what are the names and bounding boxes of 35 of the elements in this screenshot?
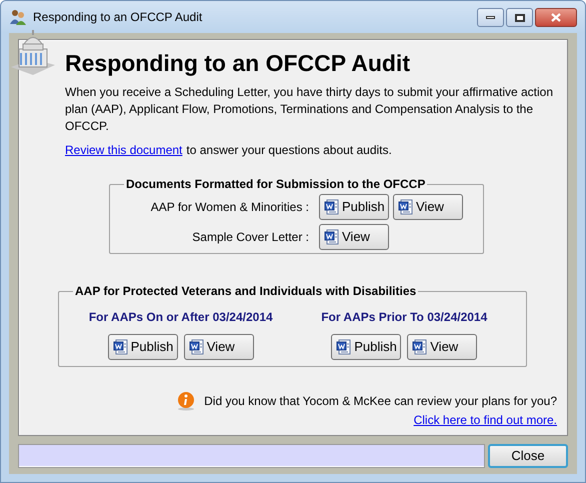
document-icon <box>412 339 428 355</box>
close-window-button[interactable] <box>535 8 577 27</box>
view-button[interactable]: View <box>407 334 478 360</box>
document-icon <box>398 199 414 215</box>
window-title: Responding to an OFCCP Audit <box>33 9 204 26</box>
find-out-more-link[interactable]: Click here to find out more. <box>414 411 557 429</box>
view-button[interactable]: View <box>393 194 463 220</box>
view-button[interactable]: View <box>319 224 389 250</box>
document-icon <box>336 339 352 355</box>
intro-paragraph: When you receive a Scheduling Letter, you have thirty days to submit your affirmative action plan (AAP), Applicant Flow, Promotions, Terminations and Compensation Analysis to the OFCCP. <box>65 84 554 135</box>
view-button[interactable]: View <box>184 334 254 360</box>
minimize-icon <box>486 16 495 19</box>
publish-button[interactable]: Publish <box>319 194 389 220</box>
close-icon <box>551 13 561 22</box>
group-title: AAP for Protected Veterans and Individuals with Disabilities <box>74 283 418 300</box>
publish-button[interactable]: Publish <box>331 334 402 360</box>
maximize-button[interactable] <box>506 8 533 27</box>
review-document-link[interactable]: Review this document <box>65 141 182 159</box>
row-label: Sample Cover Letter : <box>191 229 310 246</box>
row-label: AAP for Women & Minorities : <box>150 199 310 216</box>
column-heading: For AAPs Prior To 03/24/2014 <box>321 309 488 326</box>
people-icon <box>9 9 27 25</box>
group-title: Documents Formatted for Submission to the OFCCP <box>125 176 426 193</box>
document-icon <box>324 229 340 245</box>
tip-text: Did you know that Yocom & McKee can review your plans for you? <box>204 393 557 410</box>
document-icon <box>188 339 205 355</box>
column-heading: For AAPs On or After 03/24/2014 <box>88 309 273 326</box>
minimize-button[interactable] <box>477 8 504 27</box>
heading: Responding to an OFCCP Audit <box>65 49 411 78</box>
document-icon <box>112 339 129 355</box>
document-icon <box>324 199 340 215</box>
info-icon <box>176 391 196 411</box>
close-button[interactable]: Close <box>488 444 568 468</box>
publish-button[interactable]: Publish <box>108 334 178 360</box>
review-text: to answer your questions about audits. <box>186 142 392 159</box>
